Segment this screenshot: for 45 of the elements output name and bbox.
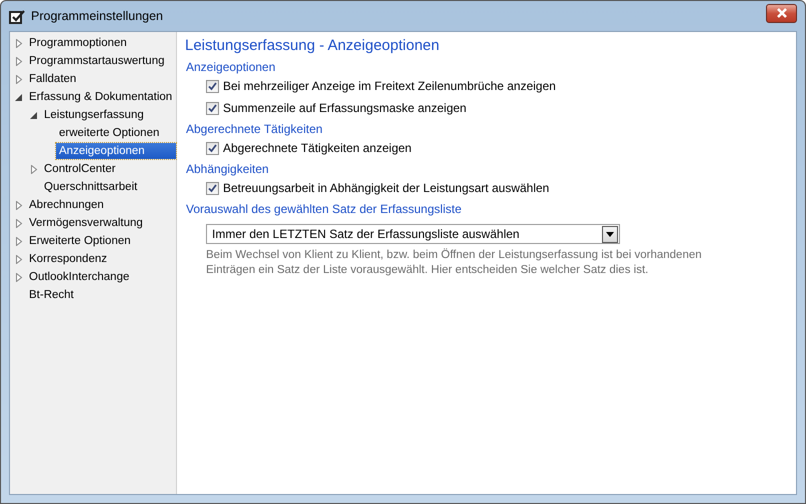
tree-item[interactable]: Falldaten: [26, 71, 80, 87]
dropdown[interactable]: Immer den LETZTEN Satz der Erfassungsliste auswählen: [206, 224, 620, 244]
close-button[interactable]: [766, 4, 797, 22]
tree-item[interactable]: erweiterte Optionen: [56, 125, 162, 141]
tree-item[interactable]: Programmoptionen: [26, 35, 130, 51]
tree-item[interactable]: Anzeigeoptionen: [56, 143, 176, 159]
checkbox[interactable]: [206, 142, 219, 154]
tree-item[interactable]: Erfassung & Dokumentation: [26, 89, 176, 105]
section-heading: Anzeigeoptionen: [186, 60, 276, 74]
close-icon: [776, 8, 788, 18]
checkbox-icon: [9, 10, 25, 24]
tree-item[interactable]: Bt-Recht: [26, 287, 77, 303]
collapsed-arrow-icon[interactable]: [30, 164, 38, 174]
checkbox-label: Betreuungsarbeit in Abhängigkeit der Leistungsart auswählen: [223, 181, 550, 195]
expanded-arrow-icon[interactable]: [15, 92, 23, 102]
tree-item[interactable]: Querschnittsarbeit: [41, 179, 140, 195]
checkbox-label: Abgerechnete Tätigkeiten anzeigen: [223, 141, 412, 155]
tree-item[interactable]: Abrechnungen: [26, 197, 107, 213]
tree-item[interactable]: OutlookInterchange: [26, 269, 132, 285]
tree-item[interactable]: Korrespondenz: [26, 251, 110, 267]
collapsed-arrow-icon[interactable]: [15, 254, 23, 264]
collapsed-arrow-icon[interactable]: [15, 74, 23, 84]
tree-item[interactable]: Leistungserfassung: [41, 107, 147, 123]
tree-item[interactable]: Erweiterte Optionen: [26, 233, 134, 249]
checkbox[interactable]: [206, 182, 219, 194]
page-title: Leistungserfassung - Anzeigeoptionen: [185, 37, 440, 54]
checkbox-label: Bei mehrzeiliger Anzeige im Freitext Zeilenumbrüche anzeigen: [223, 79, 556, 93]
tree-item[interactable]: ControlCenter: [41, 161, 119, 177]
collapsed-arrow-icon[interactable]: [15, 200, 23, 210]
window-title: Programmeinstellungen: [31, 9, 164, 23]
collapsed-arrow-icon[interactable]: [15, 236, 23, 246]
collapsed-arrow-icon[interactable]: [15, 218, 23, 228]
section-heading: Vorauswahl des gewählten Satz der Erfassungsliste: [186, 202, 462, 216]
collapsed-arrow-icon[interactable]: [15, 38, 23, 48]
checkbox[interactable]: [206, 80, 219, 92]
collapsed-arrow-icon[interactable]: [15, 272, 23, 282]
section-heading: Abhängigkeiten: [186, 162, 270, 176]
checkbox-label: Summenzeile auf Erfassungsmaske anzeigen: [223, 101, 466, 115]
hint-text: Beim Wechsel von Klient zu Klient, bzw. beim Öffnen der Leistungserfassung ist bei vorhandenen Einträgen ein Satz der Liste vorausgewählt. Hier entscheiden Sie welcher Satz dies ist.: [206, 248, 703, 278]
tree-item[interactable]: Programmstartauswertung: [26, 53, 168, 69]
tree-item[interactable]: Vermögensverwaltung: [26, 215, 146, 231]
checkbox[interactable]: [206, 102, 219, 114]
collapsed-arrow-icon[interactable]: [15, 56, 23, 66]
expanded-arrow-icon[interactable]: [30, 110, 38, 120]
section-heading: Abgerechnete Tätigkeiten: [186, 122, 324, 136]
